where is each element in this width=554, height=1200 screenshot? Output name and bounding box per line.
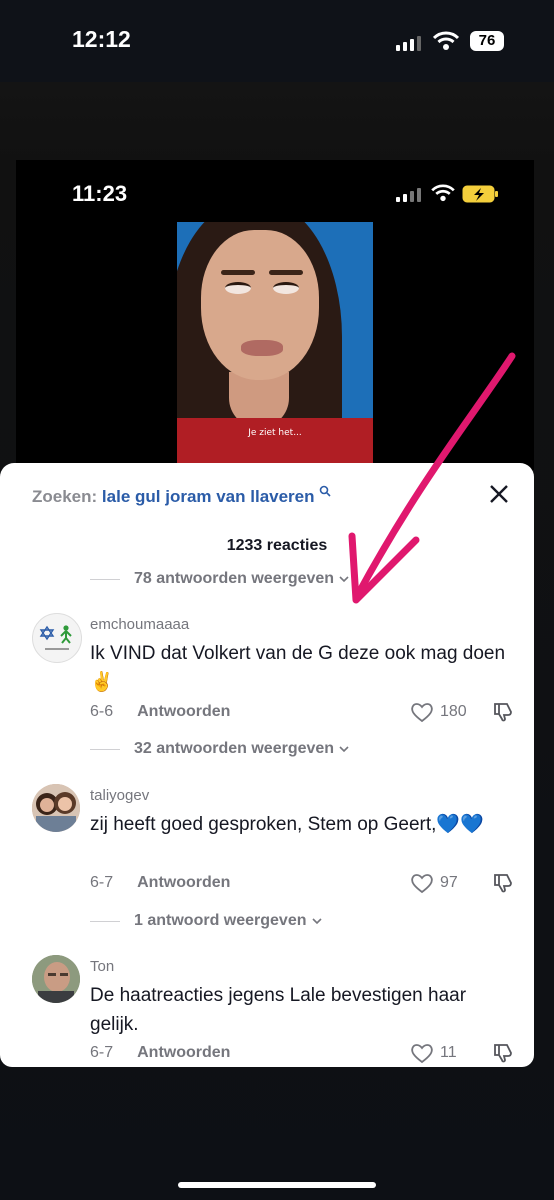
annotation-arrow	[348, 352, 516, 604]
home-indicator[interactable]	[178, 1182, 376, 1188]
